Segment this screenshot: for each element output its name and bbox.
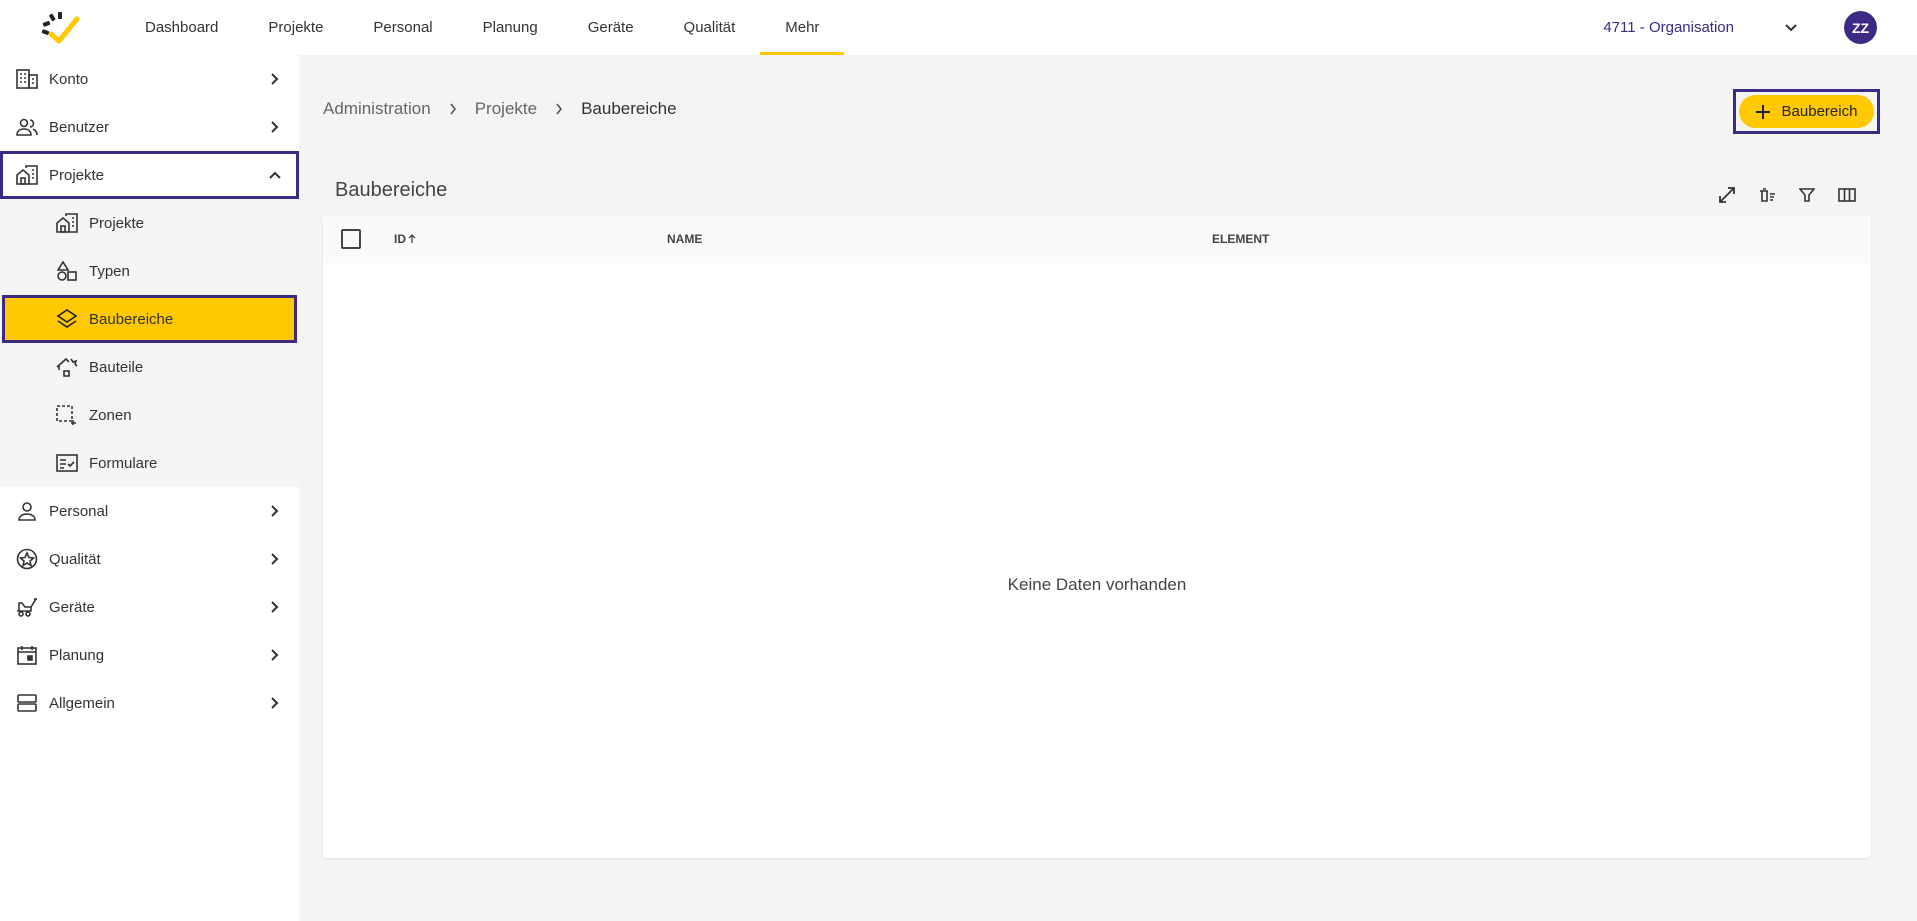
sidebar-item-qualitaet[interactable]: Qualität (0, 535, 299, 583)
sidebar-item-label: Planung (49, 646, 105, 664)
sidebar-item-allgemein[interactable]: Allgemein (0, 679, 299, 727)
sidebar-item-projekte[interactable]: Projekte (0, 151, 299, 199)
breadcrumb-administration[interactable]: Administration (323, 99, 431, 119)
breadcrumb: Administration Projekte Baubereiche (323, 99, 677, 119)
empty-state-message: Keine Daten vorhanden (1007, 575, 1187, 594)
column-header-label: ELEMENT (1212, 232, 1270, 246)
column-header-id[interactable]: ID (394, 232, 416, 246)
shapes-icon (55, 259, 79, 283)
chevron-right-icon (555, 103, 563, 115)
columns-icon[interactable] (1827, 180, 1867, 210)
topnav-geraete[interactable]: Geräte (563, 0, 659, 55)
sidebar-item-konto[interactable]: Konto (0, 55, 299, 103)
sidebar-item-benutzer[interactable]: Benutzer (0, 103, 299, 151)
sidebar-item-label: Geräte (49, 598, 95, 616)
person-icon (15, 499, 39, 523)
topnav-projekte[interactable]: Projekte (243, 0, 348, 55)
sidebar-item-planung[interactable]: Planung (0, 631, 299, 679)
add-button-label: Baubereich (1781, 103, 1858, 120)
table-title: Baubereiche (335, 179, 448, 201)
sidebar-subitem-label: Bauteile (89, 358, 144, 376)
user-avatar[interactable]: ZZ (1844, 11, 1877, 44)
sidebar-subitem-projekte[interactable]: Projekte (0, 199, 299, 247)
calendar-icon (15, 643, 39, 667)
sidebar-subitem-formulare[interactable]: Formulare (0, 439, 299, 487)
form-icon (55, 451, 79, 475)
add-baubereich-button[interactable]: Baubereich (1739, 95, 1874, 128)
main-content: Administration Projekte Baubereiche Baub… (299, 55, 1917, 921)
topnav-qualitaet[interactable]: Qualität (659, 0, 761, 55)
fullscreen-icon[interactable] (1707, 180, 1747, 210)
stack-icon (15, 691, 39, 715)
chevron-right-icon (265, 69, 285, 89)
select-all-checkbox[interactable] (341, 229, 361, 249)
top-navigation: Dashboard Projekte Personal Planung Gerä… (120, 0, 845, 55)
topnav-planung[interactable]: Planung (458, 0, 563, 55)
sidebar-item-label: Benutzer (49, 118, 110, 136)
app-logo[interactable] (0, 0, 110, 55)
chevron-right-icon (265, 693, 285, 713)
topnav-mehr[interactable]: Mehr (760, 0, 845, 55)
equipment-icon (15, 595, 39, 619)
sidebar-subitem-baubereiche[interactable]: Baubereiche (2, 295, 297, 343)
house-part-icon (55, 355, 79, 379)
sidebar-item-label: Konto (49, 70, 89, 88)
topnav-dashboard[interactable]: Dashboard (120, 0, 243, 55)
sidebar-subitem-label: Baubereiche (89, 310, 174, 328)
chevron-right-icon (265, 501, 285, 521)
topnav-personal[interactable]: Personal (348, 0, 457, 55)
filter-icon[interactable] (1787, 180, 1827, 210)
column-header-label: NAME (667, 232, 703, 246)
sidebar: Konto Benutzer Projekte Projekte Typen B… (0, 55, 299, 921)
sidebar-subitem-zonen[interactable]: Zonen (0, 391, 299, 439)
sidebar-subitem-label: Projekte (89, 214, 145, 232)
chevron-up-icon (265, 165, 285, 185)
building-icon (15, 67, 39, 91)
sidebar-item-label: Projekte (49, 166, 105, 184)
data-table: ID NAME ELEMENT Keine Daten vorhanden (323, 215, 1871, 858)
breadcrumb-projekte[interactable]: Projekte (475, 99, 537, 119)
sidebar-item-label: Qualität (49, 550, 101, 568)
top-bar: Dashboard Projekte Personal Planung Gerä… (0, 0, 1917, 55)
sidebar-subitem-typen[interactable]: Typen (0, 247, 299, 295)
add-button-outline: Baubereich (1733, 89, 1880, 134)
chevron-right-icon (265, 549, 285, 569)
sidebar-subitem-label: Formulare (89, 454, 158, 472)
table-toolbar (1707, 180, 1867, 210)
chevron-right-icon (265, 645, 285, 665)
clear-filter-icon[interactable] (1747, 180, 1787, 210)
zone-icon (55, 403, 79, 427)
chevron-right-icon (265, 117, 285, 137)
projekte-submenu: Projekte Typen Baubereiche Bauteile Zone… (0, 199, 299, 487)
quality-icon (15, 547, 39, 571)
column-header-label: ID (394, 232, 406, 246)
sidebar-subitem-bauteile[interactable]: Bauteile (0, 343, 299, 391)
home-building-icon (55, 211, 79, 235)
sidebar-item-personal[interactable]: Personal (0, 487, 299, 535)
breadcrumb-baubereiche: Baubereiche (581, 99, 677, 118)
users-icon (15, 115, 39, 139)
plus-icon (1755, 104, 1770, 119)
chevron-right-icon (265, 597, 285, 617)
column-header-name[interactable]: NAME (667, 232, 702, 246)
home-building-icon (15, 163, 39, 187)
organization-selector[interactable]: 4711 - Organisation (1603, 19, 1734, 36)
chevron-down-icon[interactable] (1784, 23, 1798, 33)
chevron-right-icon (449, 103, 457, 115)
sidebar-item-label: Personal (49, 502, 109, 520)
column-header-element[interactable]: ELEMENT (1212, 232, 1269, 246)
sort-ascending-icon (408, 234, 416, 244)
sidebar-subitem-label: Typen (89, 262, 130, 280)
sidebar-item-label: Allgemein (49, 694, 115, 712)
sidebar-subitem-label: Zonen (89, 406, 132, 424)
sidebar-item-geraete[interactable]: Geräte (0, 583, 299, 631)
table-header: ID NAME ELEMENT (323, 215, 1871, 263)
layers-icon (55, 307, 79, 331)
